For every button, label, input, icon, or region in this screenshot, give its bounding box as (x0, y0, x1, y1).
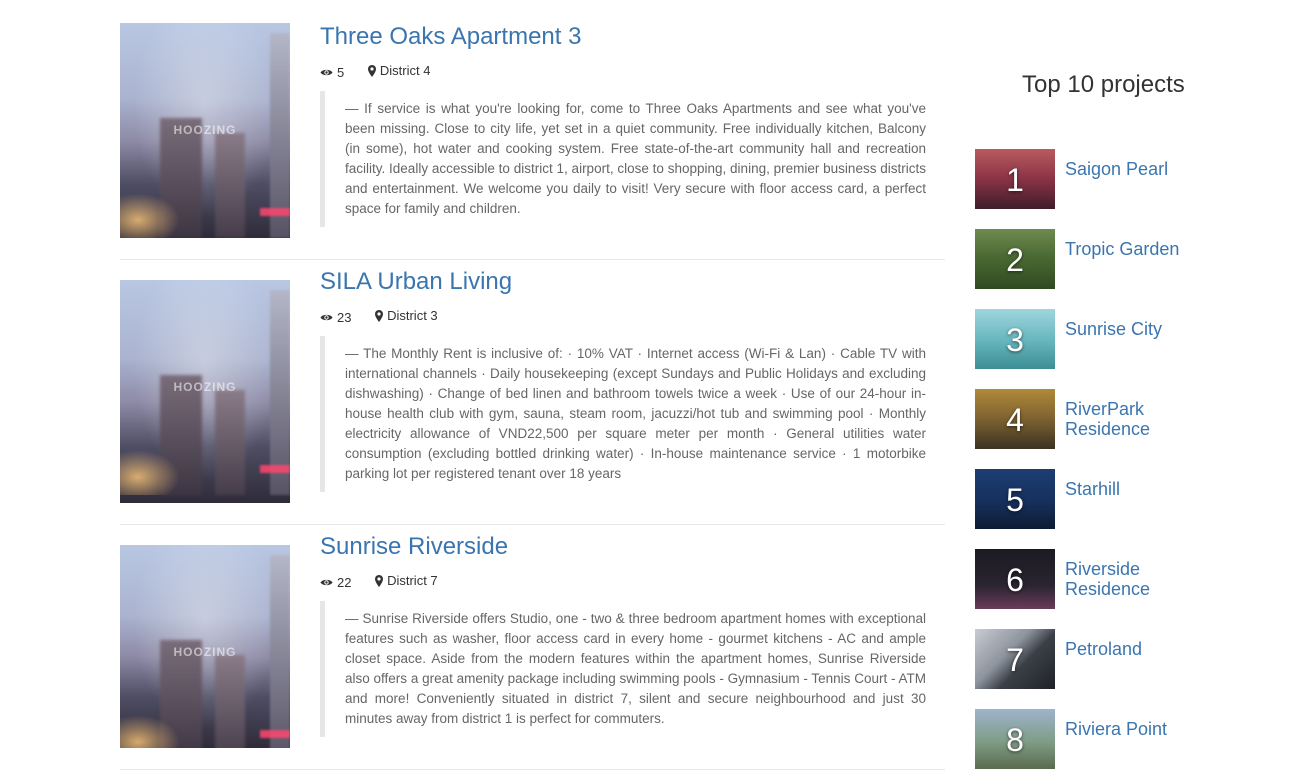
listing-meta: 22 District 7 (320, 573, 458, 590)
top-project-item[interactable]: 6 Riverside Residence (975, 549, 1205, 609)
watermark-logo: HOOZING (173, 380, 237, 394)
project-name[interactable]: Riviera Point (1065, 719, 1205, 739)
project-rank: 6 (1006, 562, 1024, 598)
project-rank: 2 (1006, 242, 1024, 278)
views-count: 22 (320, 575, 351, 590)
project-rank: 5 (1006, 482, 1024, 518)
map-marker-icon (375, 574, 384, 587)
top-project-item[interactable]: 3 Sunrise City (975, 309, 1205, 369)
eye-icon (320, 69, 333, 75)
project-name[interactable]: Petroland (1065, 639, 1205, 659)
district-label: District 7 (375, 573, 438, 588)
listing-meta: 23 District 3 (320, 308, 458, 325)
listing-title[interactable]: SILA Urban Living (320, 268, 512, 296)
divider (120, 769, 945, 770)
views-count: 5 (320, 65, 344, 80)
divider (120, 259, 945, 260)
listing-description: — Sunrise Riverside offers Studio, one -… (320, 601, 926, 737)
divider (120, 524, 945, 525)
project-name[interactable]: Saigon Pearl (1065, 159, 1205, 179)
top-project-item[interactable]: 7 Petroland (975, 629, 1205, 689)
district-label: District 4 (367, 63, 430, 78)
top-project-item[interactable]: 8 Riviera Point (975, 709, 1205, 769)
top-project-item[interactable]: 1 Saigon Pearl (975, 149, 1205, 209)
listing-description: — If service is what you're looking for,… (320, 91, 926, 227)
listing-thumbnail[interactable]: HOOZING (120, 280, 290, 503)
listing-title[interactable]: Sunrise Riverside (320, 533, 508, 561)
listing-thumbnail[interactable]: HOOZING (120, 23, 290, 238)
watermark-logo: HOOZING (173, 645, 237, 659)
project-rank: 7 (1006, 642, 1024, 678)
eye-icon (320, 314, 333, 320)
project-name[interactable]: Riverside Residence (1065, 559, 1205, 599)
map-marker-icon (367, 64, 376, 77)
top-project-item[interactable]: 4 RiverPark Residence (975, 389, 1205, 449)
top-project-item[interactable]: 5 Starhill (975, 469, 1205, 529)
listing-description: — The Monthly Rent is inclusive of: · 10… (320, 336, 926, 492)
listing-thumbnail[interactable]: HOOZING (120, 545, 290, 748)
eye-icon (320, 579, 333, 585)
project-name[interactable]: Sunrise City (1065, 319, 1205, 339)
listing-meta: 5 District 4 (320, 63, 450, 80)
project-name[interactable]: RiverPark Residence (1065, 399, 1205, 439)
project-name[interactable]: Starhill (1065, 479, 1205, 499)
watermark-logo: HOOZING (173, 123, 237, 137)
district-label: District 3 (375, 308, 438, 323)
project-rank: 8 (1006, 722, 1024, 758)
sidebar-title: Top 10 projects (1022, 71, 1185, 98)
top-project-item[interactable]: 2 Tropic Garden (975, 229, 1205, 289)
map-marker-icon (375, 309, 384, 322)
project-rank: 3 (1006, 322, 1024, 358)
project-name[interactable]: Tropic Garden (1065, 239, 1205, 259)
views-count: 23 (320, 310, 351, 325)
listing-title[interactable]: Three Oaks Apartment 3 (320, 23, 581, 51)
project-rank: 1 (1006, 162, 1024, 198)
project-rank: 4 (1006, 402, 1024, 438)
